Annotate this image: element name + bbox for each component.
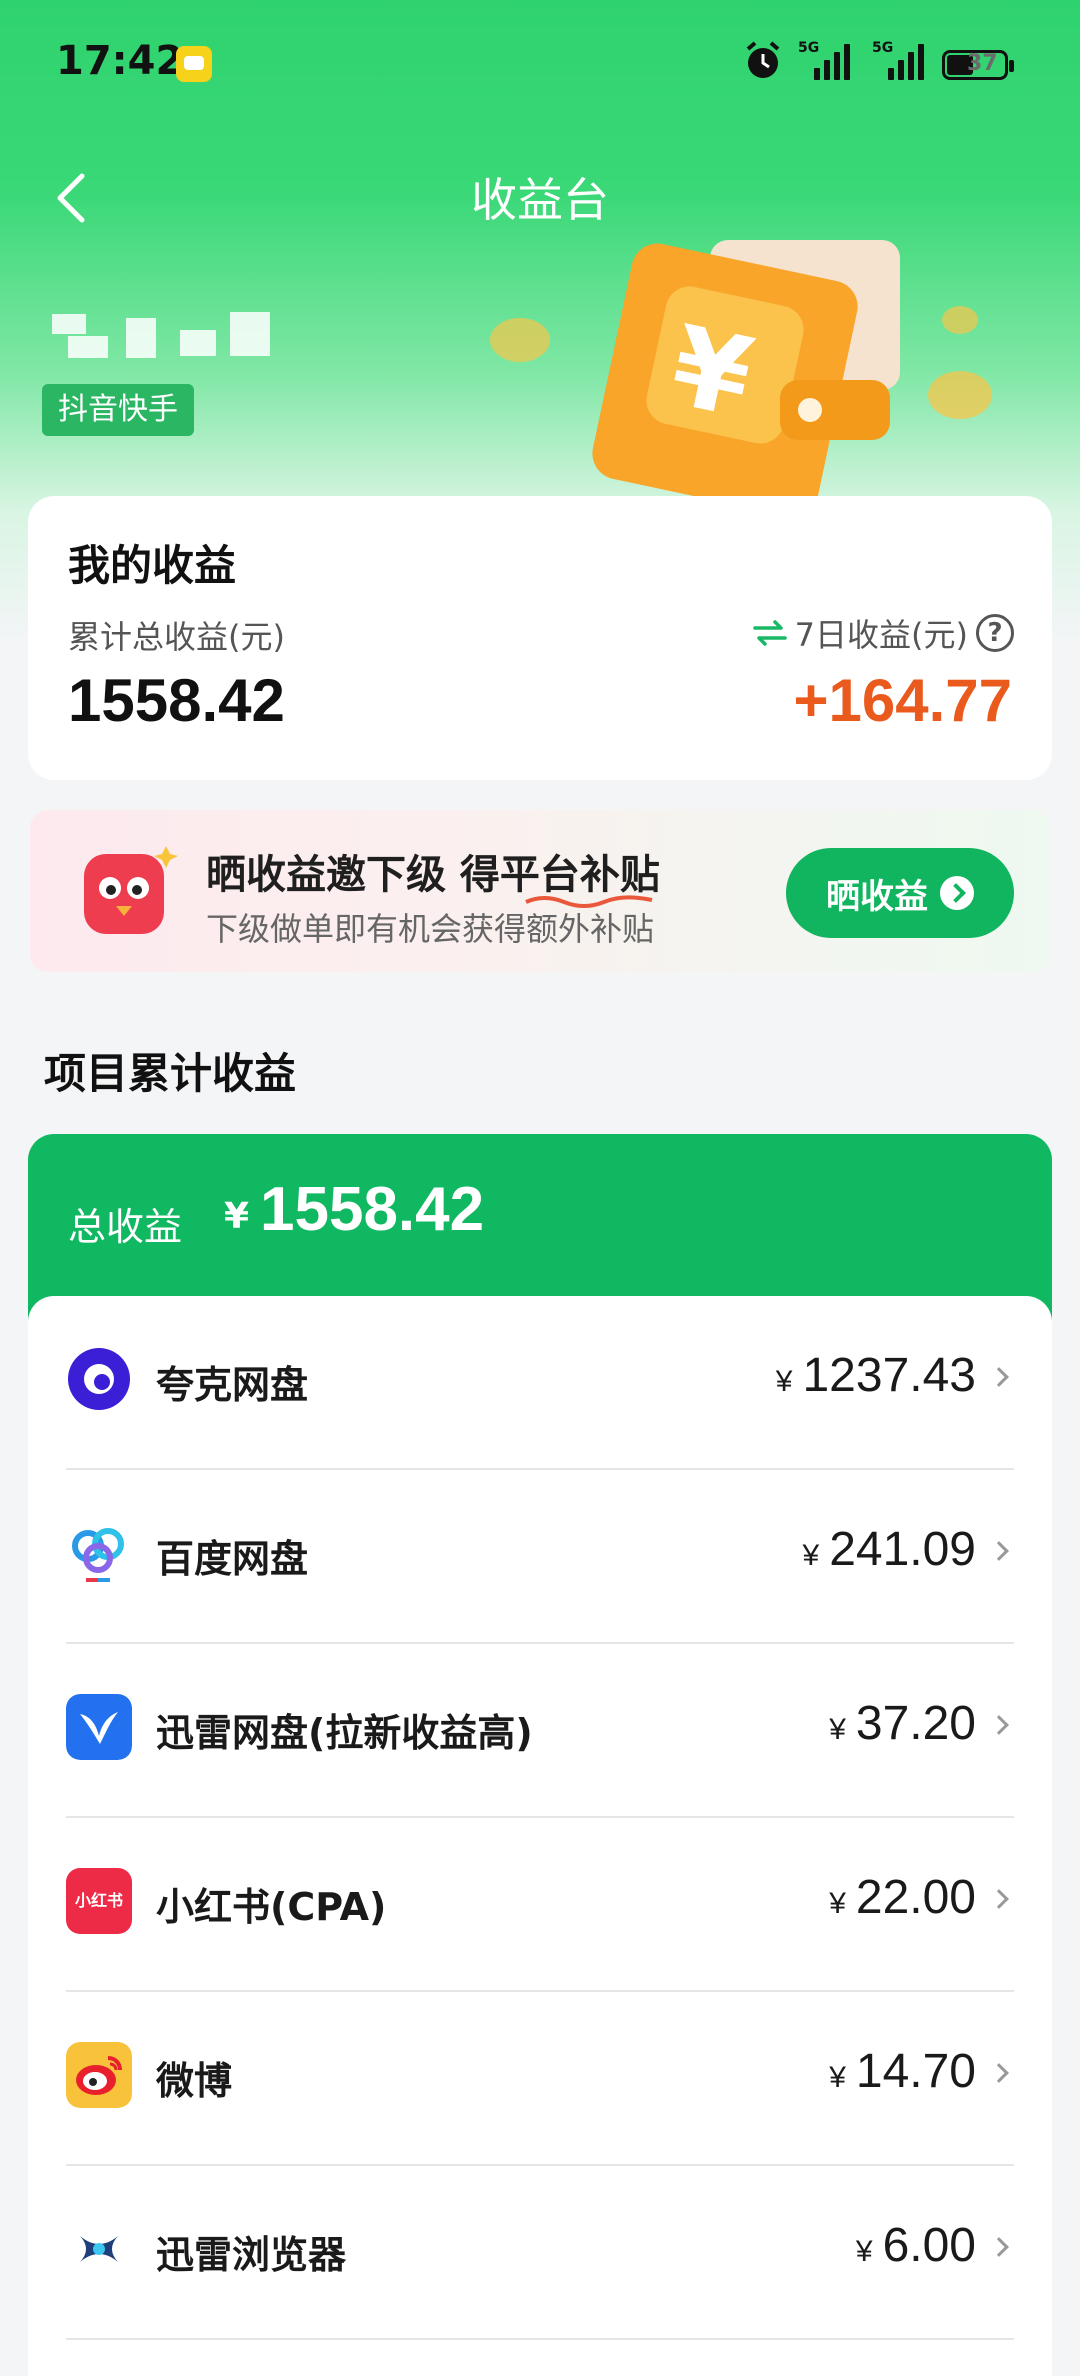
xiaohongshu-icon: 小红书: [66, 1868, 132, 1934]
notification-app-icon: [176, 46, 212, 82]
battery-icon: 37: [942, 50, 1014, 80]
quark-icon: [68, 1348, 130, 1410]
share-earnings-label: 晒收益: [826, 876, 928, 917]
signal-icon: 5G: [798, 40, 854, 82]
project-row[interactable]: 夸克网盘 ¥1237.43: [28, 1296, 1052, 1470]
signal-icon: 5G: [872, 40, 928, 82]
project-list: 夸克网盘 ¥1237.43 百度网盘 ¥241.09 迅雷网盘(拉新收益高) ¥…: [28, 1296, 1052, 2376]
source-tag: 抖音快手: [42, 384, 194, 436]
currency-symbol: ¥: [829, 2061, 846, 2094]
project-amount: ¥6.00: [856, 2218, 976, 2273]
project-name: 微博: [156, 2059, 233, 2103]
project-name: 小红书(CPA): [156, 1885, 387, 1929]
currency-symbol: ¥: [829, 1887, 846, 1920]
amount-value: 37.20: [855, 1697, 976, 1750]
project-amount: ¥22.00: [829, 1870, 976, 1925]
promo-banner[interactable]: 晒收益邀下级 得平台补贴 下级做单即有机会获得额外补贴 晒收益: [28, 808, 1052, 974]
total-label: 总收益: [68, 1205, 183, 1249]
project-row[interactable]: 迅雷网盘(拉新收益高) ¥37.20: [28, 1644, 1052, 1818]
project-name: 迅雷网盘(拉新收益高): [156, 1711, 533, 1755]
project-amount: ¥37.20: [829, 1696, 976, 1751]
chevron-right-icon: [989, 1541, 1009, 1561]
section-title: 项目累计收益: [44, 1049, 297, 1098]
project-row[interactable]: 百度网盘 ¥241.09: [28, 1470, 1052, 1644]
baidu-netdisk-icon: [72, 1528, 124, 1582]
amount-value: 22.00: [855, 1871, 976, 1924]
total-earnings-value: 1558.42: [68, 667, 285, 734]
project-name: 夸克网盘: [156, 1363, 309, 1407]
currency-symbol: ¥: [802, 1539, 820, 1572]
chevron-right-icon: [989, 2063, 1009, 2083]
swap-icon[interactable]: [752, 618, 787, 648]
weibo-icon: [66, 2042, 132, 2108]
username-blurred: [52, 310, 272, 360]
project-name: 百度网盘: [156, 1537, 309, 1581]
status-time: 17:42: [56, 38, 184, 84]
xunlei-browser-icon: [80, 2236, 118, 2262]
amount-value: 241.09: [829, 1523, 976, 1576]
currency-symbol: ¥: [855, 2235, 873, 2268]
project-amount: ¥241.09: [803, 1522, 977, 1577]
seven-day-earnings-label: 7日收益(元): [794, 616, 968, 654]
seven-day-earnings-toggle[interactable]: 7日收益(元) ?: [752, 610, 1014, 656]
xunlei-netdisk-icon: [66, 1694, 132, 1760]
help-icon[interactable]: ?: [976, 614, 1014, 652]
project-name: 迅雷浏览器: [156, 2233, 347, 2277]
mascot-icon: [84, 846, 178, 934]
project-row[interactable]: 微博 ¥14.70: [28, 1992, 1052, 2166]
total-value: 1558.42: [260, 1175, 485, 1244]
earnings-title: 我的收益: [68, 541, 237, 590]
wallet-illustration: ¥: [490, 240, 992, 500]
chevron-right-icon: [989, 1715, 1009, 1735]
divider: [66, 2338, 1014, 2340]
signal-label: 5G: [798, 40, 820, 56]
currency-symbol: ¥: [829, 1713, 846, 1746]
amount-value: 14.70: [855, 2045, 976, 2098]
promo-subtitle: 下级做单即有机会获得额外补贴: [206, 910, 655, 948]
chevron-right-icon: [989, 2237, 1009, 2257]
earnings-card: 我的收益 累计总收益(元) 1558.42 7日收益(元) ? +164.77: [28, 496, 1052, 780]
battery-level: 37: [967, 51, 998, 76]
project-amount: ¥14.70: [829, 2044, 976, 2099]
project-amount: ¥1237.43: [776, 1348, 976, 1403]
project-row[interactable]: 迅雷浏览器 ¥6.00: [28, 2166, 1052, 2340]
total-earnings-label: 累计总收益(元): [68, 618, 285, 656]
amount-value: 1237.43: [802, 1349, 976, 1402]
project-row[interactable]: 小红书 小红书(CPA) ¥22.00: [28, 1818, 1052, 1992]
chevron-right-icon: [989, 1367, 1009, 1387]
logo-text: 小红书: [74, 1891, 123, 1910]
signal-label: 5G: [872, 40, 894, 56]
seven-day-earnings-value: +164.77: [793, 667, 1012, 734]
amount-value: 6.00: [882, 2219, 976, 2272]
currency-symbol: ¥: [224, 1196, 250, 1237]
arrow-right-icon: [940, 876, 974, 910]
status-bar: 17:42 5G 5G 37: [0, 0, 1080, 130]
currency-symbol: ¥: [775, 1365, 793, 1398]
share-earnings-button[interactable]: 晒收益: [786, 848, 1014, 938]
chevron-right-icon: [989, 1889, 1009, 1909]
alarm-icon: [746, 41, 780, 78]
